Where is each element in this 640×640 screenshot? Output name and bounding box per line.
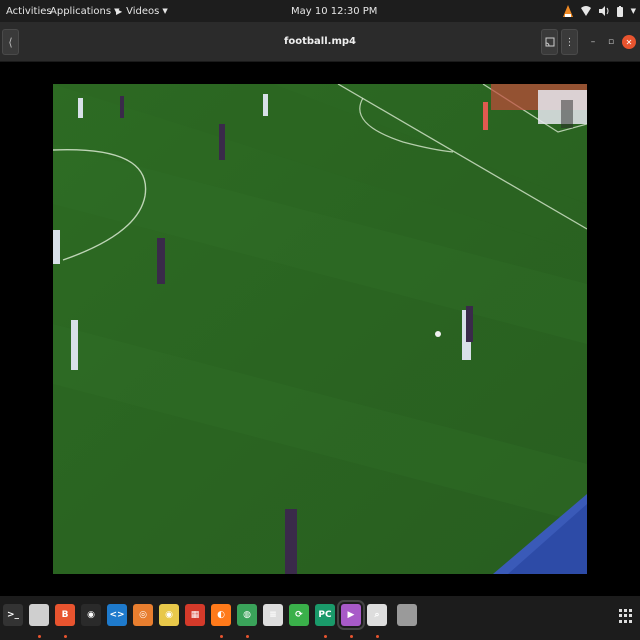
battery-icon[interactable] [616,5,623,17]
files-icon[interactable] [29,604,49,626]
running-indicator [246,635,249,638]
close-button[interactable]: ✕ [622,35,636,49]
color-picker-icon[interactable]: ▦ [185,604,205,626]
app-menu-label: Videos [126,5,160,17]
obs-icon[interactable]: ◉ [81,604,101,626]
vlc-icon[interactable] [562,5,573,17]
clock-label: May 10 12:30 PM [291,5,378,17]
chevron-left-icon: ⟨ [8,35,13,49]
running-indicator [324,635,327,638]
running-indicator [220,635,223,638]
maximize-icon: ▫ [607,37,615,47]
video-frame[interactable] [53,84,587,574]
system-tray[interactable]: ▼ [562,0,636,22]
wifi-icon[interactable] [580,6,591,16]
close-icon: ✕ [625,37,633,47]
kebab-menu-icon: ⋮ [564,36,575,48]
ubuntu-software-icon[interactable]: ◎ [133,604,153,626]
running-indicator [376,635,379,638]
maximize-button[interactable]: ▫ [604,35,618,49]
show-applications-grid-icon[interactable] [619,609,633,623]
sync-icon[interactable]: ⟳ [289,604,309,626]
cast-icon [545,37,554,47]
firefox-icon[interactable]: ◐ [211,604,231,626]
videos-icon[interactable]: ▶ [337,600,365,630]
cast-button[interactable] [541,29,558,55]
window-header-bar: ⟨ football.mp4 ⋮ – ▫ ✕ [0,22,640,62]
system-menu-arrow-icon[interactable]: ▼ [631,7,636,15]
minimize-button[interactable]: – [586,35,600,49]
app-menu[interactable]: ▶ Videos ▼ [110,0,174,22]
football-pitch-video-image [53,84,587,574]
running-indicator [38,635,41,638]
back-button[interactable]: ⟨ [2,29,19,55]
running-indicator [64,635,67,638]
text-editor-icon[interactable]: ≡ [263,604,283,626]
menu-button[interactable]: ⋮ [561,29,578,55]
chrome-icon[interactable]: ◍ [237,604,257,626]
image-viewer-icon[interactable]: ⌕ [367,604,387,626]
dropdown-arrow-icon: ▼ [162,7,168,15]
volume-icon[interactable] [598,6,609,16]
vscode-icon[interactable]: <> [107,604,127,626]
play-icon: ▶ [116,6,123,16]
brave-icon[interactable]: B [55,604,75,626]
clock[interactable]: May 10 12:30 PM [285,0,383,22]
rhythmbox-icon[interactable]: ◉ [159,604,179,626]
running-indicator [350,635,353,638]
minimize-icon: – [590,37,596,47]
pycharm-icon[interactable]: PC [315,604,335,626]
video-area[interactable] [0,62,640,596]
terminal-icon[interactable]: >_ [3,604,23,626]
trash-icon[interactable] [397,604,417,626]
top-bar: Activities Applications ▼ ▶ Videos ▼ May 10… [0,0,640,22]
applications-label: Applications [50,5,112,17]
dock: >_ B ◉ <> ◎ ◉ ▦ ◐ ◍ ≡ ⟳ PC ▶ ⌕ [0,596,640,640]
